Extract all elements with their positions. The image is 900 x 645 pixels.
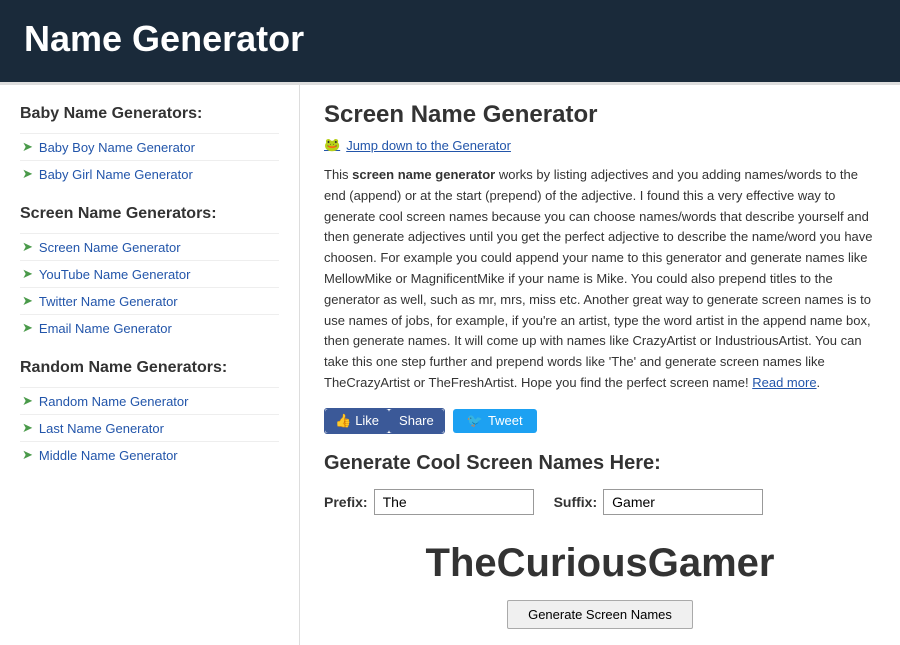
arrow-icon: ➤: [22, 320, 33, 336]
sidebar-link[interactable]: ➤ Random Name Generator: [20, 387, 279, 414]
like-label: Like: [355, 413, 379, 428]
arrow-icon: ➤: [22, 293, 33, 309]
header: Name Generator: [0, 0, 900, 82]
generated-name-box: TheCuriousGamer: [324, 531, 876, 600]
sidebar-section-title: Baby Name Generators:: [20, 105, 279, 123]
sidebar-section-title: Random Name Generators:: [20, 359, 279, 377]
layout: Baby Name Generators: ➤ Baby Boy Name Gene…: [0, 82, 900, 645]
sidebar-section-title: Screen Name Generators:: [20, 205, 279, 223]
sidebar: Baby Name Generators: ➤ Baby Boy Name Gene…: [0, 85, 300, 645]
frog-icon: 🐸: [324, 137, 340, 153]
thumbs-up-icon: 👍: [335, 413, 351, 429]
generated-name: TheCuriousGamer: [324, 541, 876, 586]
sidebar-link[interactable]: ➤ Baby Girl Name Generator: [20, 160, 279, 187]
sidebar-link[interactable]: ➤ Twitter Name Generator: [20, 287, 279, 314]
suffix-group: Suffix:: [554, 489, 764, 515]
sidebar-link[interactable]: ➤ Baby Boy Name Generator: [20, 133, 279, 160]
generator-section: Generate Cool Screen Names Here: Prefix:…: [324, 452, 876, 629]
sidebar-link[interactable]: ➤ Screen Name Generator: [20, 233, 279, 260]
sidebar-link[interactable]: ➤ YouTube Name Generator: [20, 260, 279, 287]
content-title: Screen Name Generator: [324, 101, 876, 129]
inputs-row: Prefix: Suffix:: [324, 489, 876, 515]
sidebar-link-label: Last Name Generator: [39, 421, 164, 436]
like-button[interactable]: 👍 Like: [325, 409, 389, 433]
arrow-icon: ➤: [22, 239, 33, 255]
prefix-group: Prefix:: [324, 489, 534, 515]
generator-title: Generate Cool Screen Names Here:: [324, 452, 876, 475]
arrow-icon: ➤: [22, 393, 33, 409]
prefix-label: Prefix:: [324, 494, 368, 510]
tweet-label: Tweet: [488, 413, 523, 428]
generate-button[interactable]: Generate Screen Names: [507, 600, 693, 629]
arrow-icon: ➤: [22, 139, 33, 155]
sidebar-link-label: YouTube Name Generator: [39, 267, 191, 282]
suffix-input[interactable]: [603, 489, 763, 515]
page-main-title: Name Generator: [24, 18, 876, 60]
jump-link-text[interactable]: Jump down to the Generator: [346, 138, 511, 153]
jump-link[interactable]: 🐸 Jump down to the Generator: [324, 137, 876, 153]
sidebar-link[interactable]: ➤ Middle Name Generator: [20, 441, 279, 468]
suffix-label: Suffix:: [554, 494, 598, 510]
description-text: This screen name generator works by list…: [324, 165, 876, 394]
prefix-input[interactable]: [374, 489, 534, 515]
arrow-icon: ➤: [22, 420, 33, 436]
arrow-icon: ➤: [22, 266, 33, 282]
facebook-buttons: 👍 Like Share: [324, 408, 445, 434]
sidebar-link-label: Screen Name Generator: [39, 240, 181, 255]
sidebar-link-label: Random Name Generator: [39, 394, 189, 409]
twitter-icon: 🐦: [467, 413, 483, 429]
read-more-link[interactable]: Read more: [752, 375, 816, 390]
sidebar-link-label: Email Name Generator: [39, 321, 172, 336]
sidebar-link-label: Middle Name Generator: [39, 448, 178, 463]
sidebar-link-label: Twitter Name Generator: [39, 294, 178, 309]
share-label: Share: [399, 413, 434, 428]
sidebar-link[interactable]: ➤ Email Name Generator: [20, 314, 279, 341]
arrow-icon: ➤: [22, 447, 33, 463]
main-content: Screen Name Generator 🐸 Jump down to the…: [300, 85, 900, 645]
sidebar-link-label: Baby Boy Name Generator: [39, 140, 195, 155]
sidebar-link[interactable]: ➤ Last Name Generator: [20, 414, 279, 441]
arrow-icon: ➤: [22, 166, 33, 182]
sidebar-link-label: Baby Girl Name Generator: [39, 167, 193, 182]
tweet-button[interactable]: 🐦 Tweet: [453, 409, 537, 433]
social-buttons: 👍 Like Share 🐦 Tweet: [324, 408, 876, 434]
share-button[interactable]: Share: [389, 409, 444, 433]
